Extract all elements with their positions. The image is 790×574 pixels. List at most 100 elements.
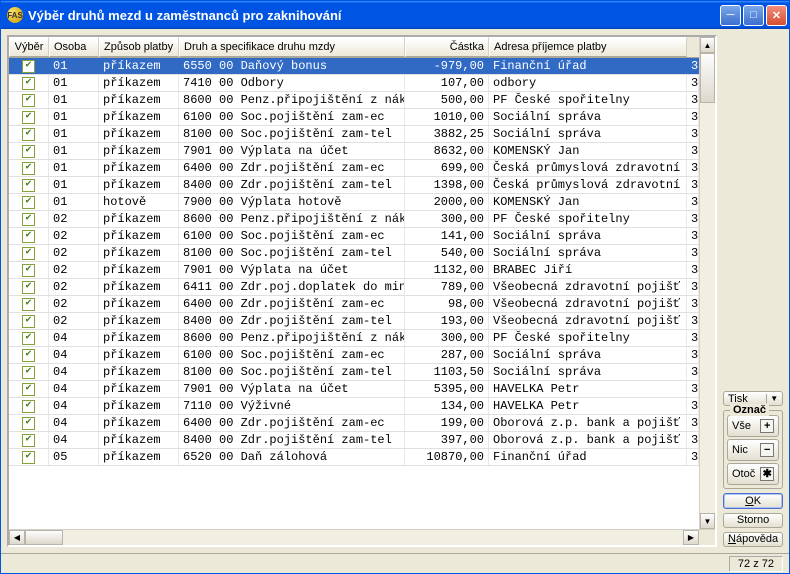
checkbox-icon[interactable]: ✔ <box>22 298 35 311</box>
checkbox-icon[interactable]: ✔ <box>22 60 35 73</box>
row-checkbox-cell[interactable]: ✔ <box>9 92 49 108</box>
table-row[interactable]: ✔02příkazem8400 00 Zdr.pojištění zam-tel… <box>9 313 699 330</box>
otoc-button[interactable]: Otoč ✱ <box>727 463 779 485</box>
grid-body[interactable]: ✔01příkazem6550 00 Daňový bonus-979,00Fi… <box>9 58 699 529</box>
row-checkbox-cell[interactable]: ✔ <box>9 75 49 91</box>
checkbox-icon[interactable]: ✔ <box>22 145 35 158</box>
table-row[interactable]: ✔01příkazem6100 00 Soc.pojištění zam-ec1… <box>9 109 699 126</box>
scroll-thumb[interactable] <box>700 53 715 103</box>
checkbox-icon[interactable]: ✔ <box>22 77 35 90</box>
row-checkbox-cell[interactable]: ✔ <box>9 194 49 210</box>
table-row[interactable]: ✔02příkazem6100 00 Soc.pojištění zam-ec1… <box>9 228 699 245</box>
row-checkbox-cell[interactable]: ✔ <box>9 126 49 142</box>
row-checkbox-cell[interactable]: ✔ <box>9 160 49 176</box>
checkbox-icon[interactable]: ✔ <box>22 281 35 294</box>
table-row[interactable]: ✔02příkazem6400 00 Zdr.pojištění zam-ec9… <box>9 296 699 313</box>
checkbox-icon[interactable]: ✔ <box>22 417 35 430</box>
row-checkbox-cell[interactable]: ✔ <box>9 432 49 448</box>
row-checkbox-cell[interactable]: ✔ <box>9 109 49 125</box>
table-row[interactable]: ✔04příkazem8400 00 Zdr.pojištění zam-tel… <box>9 432 699 449</box>
col-vyber[interactable]: Výběr <box>9 37 49 57</box>
checkbox-icon[interactable]: ✔ <box>22 451 35 464</box>
row-checkbox-cell[interactable]: ✔ <box>9 415 49 431</box>
checkbox-icon[interactable]: ✔ <box>22 247 35 260</box>
checkbox-icon[interactable]: ✔ <box>22 264 35 277</box>
table-row[interactable]: ✔01příkazem8100 00 Soc.pojištění zam-tel… <box>9 126 699 143</box>
table-row[interactable]: ✔04příkazem8600 00 Penz.připojištění z n… <box>9 330 699 347</box>
row-checkbox-cell[interactable]: ✔ <box>9 330 49 346</box>
table-row[interactable]: ✔04příkazem6100 00 Soc.pojištění zam-ec2… <box>9 347 699 364</box>
vertical-scrollbar[interactable]: ▲ ▼ <box>699 37 715 529</box>
checkbox-icon[interactable]: ✔ <box>22 434 35 447</box>
close-button[interactable]: ✕ <box>766 5 787 26</box>
checkbox-icon[interactable]: ✔ <box>22 196 35 209</box>
table-row[interactable]: ✔01hotově7900 00 Výplata hotově2000,00KO… <box>9 194 699 211</box>
table-row[interactable]: ✔04příkazem6400 00 Zdr.pojištění zam-ec1… <box>9 415 699 432</box>
hscroll-thumb[interactable] <box>25 530 63 545</box>
table-row[interactable]: ✔01příkazem8400 00 Zdr.pojištění zam-tel… <box>9 177 699 194</box>
titlebar[interactable]: FAS Výběr druhů mezd u zaměstnanců pro z… <box>1 1 789 29</box>
row-checkbox-cell[interactable]: ✔ <box>9 228 49 244</box>
napoveda-button[interactable]: Nápověda <box>723 532 783 547</box>
table-row[interactable]: ✔04příkazem7901 00 Výplata na účet5395,0… <box>9 381 699 398</box>
minimize-button[interactable]: ─ <box>720 5 741 26</box>
col-castka[interactable]: Částka <box>405 37 489 57</box>
vse-button[interactable]: Vše + <box>727 415 779 437</box>
col-osoba[interactable]: Osoba <box>49 37 99 57</box>
checkbox-icon[interactable]: ✔ <box>22 162 35 175</box>
scroll-left-button[interactable]: ◀ <box>9 530 25 545</box>
row-checkbox-cell[interactable]: ✔ <box>9 211 49 227</box>
storno-button[interactable]: Storno <box>723 513 783 528</box>
table-row[interactable]: ✔02příkazem6411 00 Zdr.poj.doplatek do m… <box>9 279 699 296</box>
maximize-button[interactable]: □ <box>743 5 764 26</box>
checkbox-icon[interactable]: ✔ <box>22 366 35 379</box>
row-checkbox-cell[interactable]: ✔ <box>9 449 49 465</box>
row-checkbox-cell[interactable]: ✔ <box>9 398 49 414</box>
col-zpusob[interactable]: Způsob platby <box>99 37 179 57</box>
table-row[interactable]: ✔02příkazem7901 00 Výplata na účet1132,0… <box>9 262 699 279</box>
col-druh[interactable]: Druh a specifikace druhu mzdy <box>179 37 405 57</box>
row-checkbox-cell[interactable]: ✔ <box>9 177 49 193</box>
table-row[interactable]: ✔02příkazem8600 00 Penz.připojištění z n… <box>9 211 699 228</box>
table-row[interactable]: ✔04příkazem7110 00 Výživné134,00HAVELKA … <box>9 398 699 415</box>
row-checkbox-cell[interactable]: ✔ <box>9 364 49 380</box>
dropdown-icon[interactable]: ▼ <box>766 394 778 403</box>
row-checkbox-cell[interactable]: ✔ <box>9 58 49 74</box>
checkbox-icon[interactable]: ✔ <box>22 230 35 243</box>
row-checkbox-cell[interactable]: ✔ <box>9 296 49 312</box>
table-row[interactable]: ✔01příkazem6550 00 Daňový bonus-979,00Fi… <box>9 58 699 75</box>
row-checkbox-cell[interactable]: ✔ <box>9 381 49 397</box>
checkbox-icon[interactable]: ✔ <box>22 400 35 413</box>
hscroll-track[interactable] <box>25 530 683 545</box>
checkbox-icon[interactable]: ✔ <box>22 179 35 192</box>
checkbox-icon[interactable]: ✔ <box>22 94 35 107</box>
table-row[interactable]: ✔02příkazem8100 00 Soc.pojištění zam-tel… <box>9 245 699 262</box>
scroll-track[interactable] <box>700 53 715 513</box>
ok-button[interactable]: OK <box>723 493 783 508</box>
table-row[interactable]: ✔01příkazem6400 00 Zdr.pojištění zam-ec6… <box>9 160 699 177</box>
col-adresa[interactable]: Adresa příjemce platby <box>489 37 687 57</box>
checkbox-icon[interactable]: ✔ <box>22 349 35 362</box>
table-row[interactable]: ✔01příkazem7410 00 Odbory107,00odbory3 <box>9 75 699 92</box>
checkbox-icon[interactable]: ✔ <box>22 213 35 226</box>
checkbox-icon[interactable]: ✔ <box>22 383 35 396</box>
horizontal-scrollbar[interactable]: ◀ ▶ <box>9 530 715 545</box>
checkbox-icon[interactable]: ✔ <box>22 332 35 345</box>
checkbox-icon[interactable]: ✔ <box>22 315 35 328</box>
table-row[interactable]: ✔05příkazem6520 00 Daň zálohová10870,00F… <box>9 449 699 466</box>
scroll-down-button[interactable]: ▼ <box>700 513 715 529</box>
row-checkbox-cell[interactable]: ✔ <box>9 143 49 159</box>
data-grid[interactable]: Výběr Osoba Způsob platby Druh a specifi… <box>7 35 717 547</box>
scroll-up-button[interactable]: ▲ <box>700 37 715 53</box>
scroll-right-button[interactable]: ▶ <box>683 530 699 545</box>
checkbox-icon[interactable]: ✔ <box>22 111 35 124</box>
checkbox-icon[interactable]: ✔ <box>22 128 35 141</box>
table-row[interactable]: ✔01příkazem8600 00 Penz.připojištění z n… <box>9 92 699 109</box>
row-checkbox-cell[interactable]: ✔ <box>9 279 49 295</box>
row-checkbox-cell[interactable]: ✔ <box>9 245 49 261</box>
row-checkbox-cell[interactable]: ✔ <box>9 313 49 329</box>
row-checkbox-cell[interactable]: ✔ <box>9 347 49 363</box>
row-checkbox-cell[interactable]: ✔ <box>9 262 49 278</box>
table-row[interactable]: ✔01příkazem7901 00 Výplata na účet8632,0… <box>9 143 699 160</box>
nic-button[interactable]: Nic − <box>727 439 779 461</box>
